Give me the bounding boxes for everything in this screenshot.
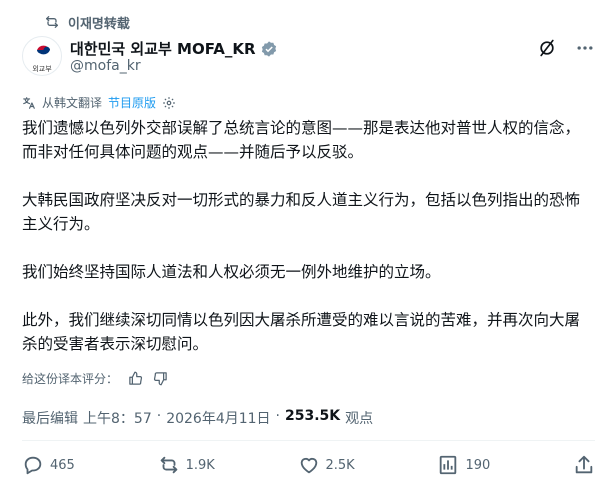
post-paragraph: 我们遗憾以色列外交部误解了总统言论的意图——那是表达他对普世人权的信念，而非对任…	[22, 119, 581, 161]
repost-icon	[160, 456, 177, 474]
post-paragraph: 大韩民国政府坚决反对一切形式的暴力和反人道主义行为，包括以色列指出的恐怖主义行为…	[22, 191, 581, 233]
show-original-link[interactable]: 节目原版	[108, 94, 156, 111]
action-bar: 465 1.9K 2.5K 190	[22, 454, 595, 476]
translation-settings-icon[interactable]	[162, 96, 176, 110]
translate-icon	[23, 96, 35, 109]
meta-separator: ·	[275, 408, 280, 424]
analytics-icon	[440, 455, 457, 475]
like-button[interactable]: 2.5K	[298, 454, 355, 476]
post-body: 我们遗憾以色列外交部误解了总统言论的意图——那是表达他对普世人权的信念，而非对任…	[22, 116, 592, 380]
grok-icon[interactable]	[537, 38, 557, 58]
more-options-icon[interactable]	[575, 38, 595, 58]
edited-label[interactable]: 最后编辑	[22, 408, 78, 428]
repost-button[interactable]: 1.9K	[158, 454, 215, 476]
author-handle[interactable]: @mofa_kr	[70, 58, 141, 74]
post-paragraph: 我们始终坚持国际人道法和人权必须无一例外地维护的立场。	[22, 263, 441, 281]
reply-button[interactable]: 465	[22, 454, 75, 476]
meta-separator: ·	[156, 408, 162, 424]
post-paragraph: 此外，我们继续深切同情以色列因大屠杀所遭受的难以言说的苦难，并再次向大屠杀的受害…	[22, 311, 581, 353]
views-label: 观点	[345, 411, 374, 427]
views-analytics-button[interactable]: 190	[437, 454, 490, 476]
verified-badge-icon	[261, 40, 276, 57]
heart-icon	[300, 457, 317, 474]
repost-indicator[interactable]: 이재명转载	[44, 12, 130, 32]
rate-prompt: 给这份译本评分：	[22, 372, 119, 386]
divider	[22, 440, 595, 441]
post-time[interactable]: 上午8：57	[83, 408, 152, 428]
analytics-count: 190	[465, 457, 491, 473]
repost-label: 이재명转载	[68, 16, 130, 32]
like-count: 2.5K	[325, 457, 355, 473]
reply-icon	[24, 456, 42, 475]
repost-count: 1.9K	[185, 457, 215, 473]
reply-count: 465	[50, 457, 75, 473]
translation-bar: 从韩文翻译 节目原版	[22, 94, 176, 111]
repost-icon	[46, 16, 58, 28]
rate-translation: 给这份译本评分：	[22, 370, 168, 387]
avatar[interactable]: 외교부	[22, 36, 62, 76]
post-date[interactable]: 2026年4月11日	[166, 408, 270, 428]
author-display-name[interactable]: 대한민국 외교부 MOFA_KR	[70, 38, 256, 59]
post-meta: 最后编辑 上午8：57 · 2026年4月11日 · 253.5K 观点	[22, 408, 373, 428]
share-button[interactable]	[573, 454, 595, 476]
avatar-logo-text: 외교부	[32, 65, 52, 73]
thumbs-down-icon[interactable]	[153, 371, 168, 386]
thumbs-up-icon[interactable]	[128, 371, 143, 386]
share-icon	[575, 455, 593, 474]
views-count: 253.5K	[285, 408, 341, 424]
translated-from-label: 从韩文翻译	[42, 96, 103, 110]
